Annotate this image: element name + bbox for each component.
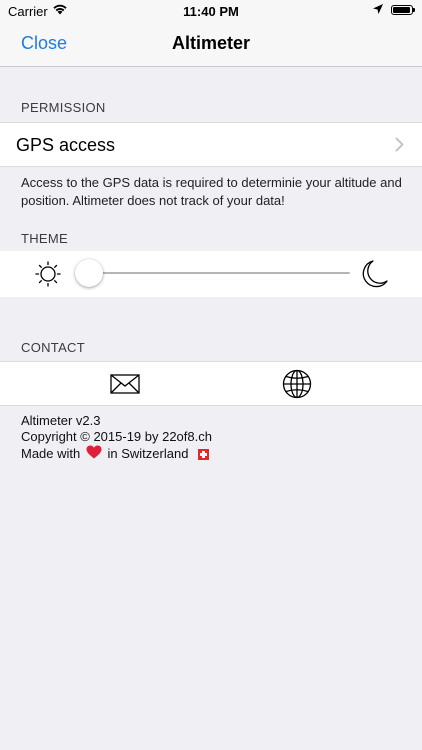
chevron-right-icon — [395, 137, 404, 157]
mail-icon[interactable] — [110, 374, 140, 399]
swiss-flag-icon — [198, 448, 210, 460]
about-info: Altimeter v2.3 Copyright © 2015-19 by 22… — [21, 413, 212, 463]
gps-access-label: GPS access — [16, 135, 116, 155]
sun-icon — [35, 261, 61, 292]
theme-slider-thumb[interactable] — [75, 259, 103, 287]
made-with-line: Made with in Switzerland — [21, 445, 212, 463]
copyright-label: Copyright © 2015-19 by 22of8.ch — [21, 429, 212, 444]
version-label: Altimeter v2.3 — [21, 413, 101, 428]
made-with-suffix: in Switzerland — [107, 446, 189, 461]
permission-footer: Access to the GPS data is required to de… — [21, 175, 402, 208]
globe-icon[interactable] — [282, 369, 312, 404]
gps-access-row[interactable]: GPS access — [0, 122, 422, 167]
made-with-prefix: Made with — [21, 446, 81, 461]
heart-icon — [86, 445, 102, 463]
status-bar: Carrier 11:40 PM — [0, 0, 422, 22]
permission-section-header: PERMISSION — [21, 100, 106, 115]
theme-row — [0, 251, 422, 297]
theme-slider-track[interactable] — [88, 272, 350, 274]
contact-row — [0, 361, 422, 406]
navigation-bar: Close Altimeter — [0, 22, 422, 67]
page-title: Altimeter — [171, 33, 251, 53]
moon-icon — [361, 259, 389, 294]
battery-icon — [391, 5, 415, 15]
contact-section-header: CONTACT — [21, 340, 85, 355]
location-arrow-icon — [372, 3, 384, 18]
theme-section-header: THEME — [21, 231, 68, 246]
status-time: 11:40 PM — [183, 4, 239, 19]
